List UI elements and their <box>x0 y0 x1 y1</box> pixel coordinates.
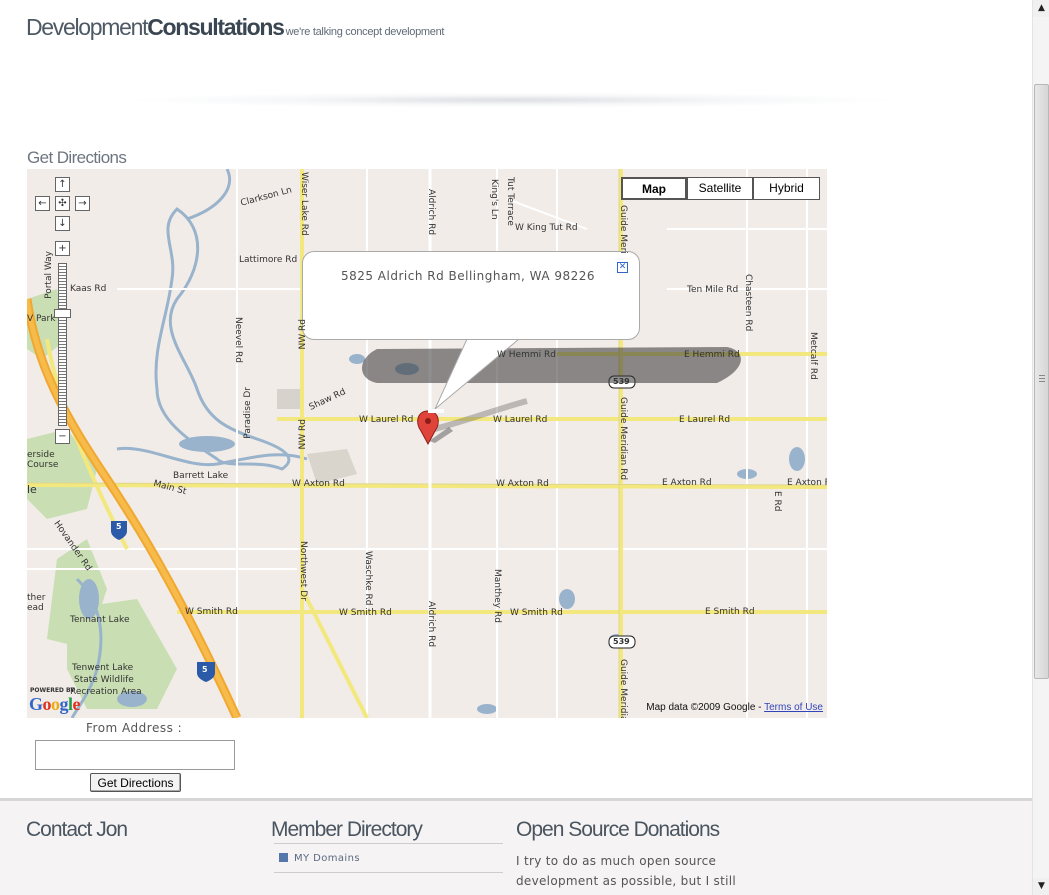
member-directory-heading: Member Directory <box>271 818 423 841</box>
header-decoration <box>120 92 900 108</box>
from-address-input[interactable] <box>35 740 235 770</box>
map-label: Chasteen Rd <box>743 274 753 332</box>
site-logo[interactable]: Development Consultations we're talking co… <box>26 14 444 41</box>
map-label: Lattimore Rd <box>239 255 298 265</box>
vertical-scrollbar[interactable]: ▲ ▼ <box>1032 0 1049 895</box>
map-label: Neevel Rd <box>233 317 243 363</box>
map-type-map-button[interactable]: Map <box>621 177 687 200</box>
map-label: W Laurel Rd <box>359 415 414 425</box>
map-label: erside <box>27 450 55 460</box>
pan-left-button[interactable]: ← <box>35 196 50 211</box>
map-label: E Axton R <box>787 478 827 488</box>
zoom-in-button[interactable]: + <box>55 241 70 256</box>
map-info-window: 5825 Aldrich Rd Bellingham, WA 98226 ✕ <box>302 251 640 340</box>
member-link-my-domains[interactable]: MY Domains <box>294 853 360 864</box>
map-label: W King Tut Rd <box>515 223 578 233</box>
scroll-down-arrow-icon[interactable]: ▼ <box>1033 878 1049 895</box>
zoom-out-button[interactable]: − <box>55 429 70 444</box>
map-label: NW Rd <box>298 419 308 450</box>
scrollbar-thumb[interactable] <box>1034 84 1049 679</box>
map-label: Paradise Dr <box>243 387 253 439</box>
map-label: Guide Meridian Rd <box>618 397 628 481</box>
logo-text-consultations: Consultations <box>147 14 285 40</box>
map-label: W Smith Rd <box>339 608 392 618</box>
map-label: ead <box>27 603 44 613</box>
map-label: Tut Terrace <box>505 177 515 226</box>
donations-text: I try to do as much open source developm… <box>516 854 737 895</box>
map-label: Wiser Lake Rd <box>299 172 309 236</box>
map-label: W Axton Rd <box>292 479 345 489</box>
zoom-slider-handle[interactable] <box>54 309 71 318</box>
divider <box>274 872 503 873</box>
divider <box>274 843 503 844</box>
map-label: E Hemmi Rd <box>684 350 740 360</box>
map-label: W Laurel Rd <box>493 415 548 425</box>
map-label: Portal Way <box>44 251 54 299</box>
pan-down-button[interactable]: ↓ <box>55 216 70 231</box>
map-label: Manthey Rd <box>492 569 502 623</box>
map-label: E Laurel Rd <box>679 415 731 425</box>
info-window-address: 5825 Aldrich Rd Bellingham, WA 98226 <box>340 269 596 283</box>
map-label: ther <box>27 593 46 603</box>
logo-tagline: we're talking concept development <box>285 26 445 38</box>
map-label: State Wildlife <box>74 675 134 685</box>
highway-539-shield: 539 <box>613 637 630 646</box>
map-label: W Smith Rd <box>185 607 238 617</box>
map-label: Guide Meridian <box>618 659 628 718</box>
pan-center-button[interactable]: ✣ <box>55 196 70 211</box>
logo-text-development: Development <box>26 14 149 40</box>
map-label: Kaas Rd <box>70 284 107 294</box>
map-label: NW Rd <box>298 319 308 350</box>
map-label: Guide Meri <box>618 205 628 254</box>
map-type-hybrid-button[interactable]: Hybrid <box>753 177 820 200</box>
map-label: King's Ln <box>489 179 499 220</box>
map-label: Recreation Area <box>70 687 142 697</box>
map-label: V Park <box>27 314 56 324</box>
map-label: Aldrich Rd <box>426 189 436 236</box>
interstate-5-shield: 5 <box>202 665 208 674</box>
map-label: Waschke Rd <box>363 551 373 606</box>
map-label: W Hemmi Rd <box>497 350 556 360</box>
map-label: W Smith Rd <box>510 608 563 618</box>
donations-heading: Open Source Donations <box>516 818 720 841</box>
get-directions-button[interactable]: Get Directions <box>90 773 181 792</box>
pan-right-button[interactable]: → <box>75 196 90 211</box>
page: Development Consultations we're talking co… <box>0 0 1032 895</box>
google-logo[interactable]: Google <box>29 694 81 715</box>
from-address-label: From Address : <box>86 721 183 735</box>
map-label: Tenwent Lake <box>72 663 134 673</box>
interstate-5-shield: 5 <box>116 522 122 531</box>
zoom-slider[interactable] <box>58 263 67 426</box>
map-label: Tennant Lake <box>70 615 130 625</box>
contact-heading: Contact Jon <box>26 818 128 841</box>
scroll-up-arrow-icon[interactable]: ▲ <box>1033 0 1049 17</box>
map-label: E Axton Rd <box>662 478 712 488</box>
copyright-text: Map data ©2009 Google - <box>646 702 765 713</box>
map-label: Ten Mile Rd <box>687 285 739 295</box>
grip-icon <box>1039 375 1045 384</box>
bullet-icon <box>279 853 288 862</box>
map-type-satellite-button[interactable]: Satellite <box>687 177 753 200</box>
map-label: E Rd <box>772 491 782 512</box>
map-label: Northwest Dr <box>298 541 308 601</box>
bubble-tail-cover <box>428 409 444 413</box>
close-icon[interactable]: ✕ <box>617 262 628 273</box>
map-copyright: Map data ©2009 Google - Terms of Use <box>646 702 823 713</box>
pan-up-button[interactable]: ↑ <box>55 177 70 192</box>
powered-by-label: POWERED BY <box>30 687 75 694</box>
get-directions-title: Get Directions <box>27 148 127 167</box>
terms-of-use-link[interactable]: Terms of Use <box>764 702 823 713</box>
map-label: Aldrich Rd <box>426 601 436 648</box>
map-label: Barrett Lake <box>173 471 229 481</box>
map-label: le <box>27 483 37 496</box>
google-map[interactable]: 5825 Aldrich Rd Bellingham, WA 98226 ✕ C… <box>27 169 827 718</box>
map-label: Metcalf Rd <box>808 332 818 380</box>
map-label: Course <box>27 460 59 470</box>
map-label: E Smith Rd <box>705 607 755 617</box>
map-label: W Axton Rd <box>496 479 549 489</box>
highway-539-shield: 539 <box>613 377 630 386</box>
